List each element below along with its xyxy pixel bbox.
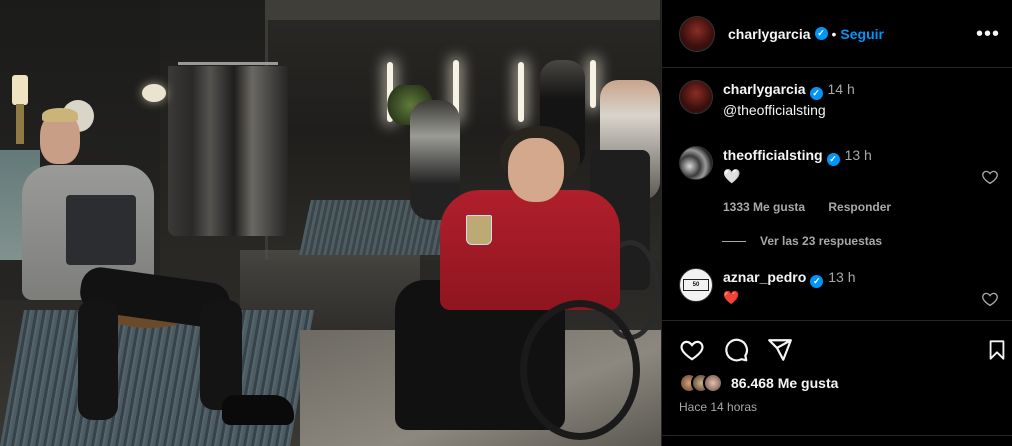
comment-body: theofficialsting ✓ 13 h 🤍 1333 Me gusta Re… [723,146,973,214]
comment-avatar[interactable] [679,146,713,180]
verified-badge-icon: ✓ [810,275,824,288]
aznar-logo: 50 [683,279,709,291]
caption-username[interactable]: charlygarcia [723,81,806,97]
comment-item: theofficialsting ✓ 13 h 🤍 1333 Me gusta Re… [679,146,999,226]
verified-badge-icon: ✓ [826,153,840,166]
comment-meta: 1333 Me gusta Responder [723,200,973,214]
reply-button[interactable]: Responder [828,200,891,214]
liker-avatar [703,373,723,393]
more-options-icon[interactable]: ••• [976,24,1000,44]
caption-time[interactable]: 14 h [828,81,855,97]
photo-wheel [520,300,640,440]
view-replies-label: Ver las 23 respuestas [760,234,883,248]
author-username[interactable]: charlygarcia [728,26,811,42]
comment-like-heart-icon[interactable] [981,290,999,308]
photo-bulb [590,60,596,108]
comment-avatar[interactable]: 50 [679,268,713,302]
post-photo[interactable] [0,0,661,446]
caption-body: charlygarcia ✓ 14 h @theofficialsting [723,80,973,120]
comment-icon[interactable] [723,337,749,363]
post-actions: 86.468 Me gusta Hace 14 horas [662,320,1012,446]
photo-clothes-rack [178,62,278,65]
photo-person-left-hair [42,108,78,122]
photo-shoe [222,395,294,425]
comment-text: ❤️ [723,290,740,305]
photo-shirt-print [66,195,136,265]
photo-person-right [440,190,620,310]
heart-icon[interactable] [679,337,705,363]
photo-bulb [518,62,524,122]
verified-badge-icon: ✓ [809,87,823,100]
caption: charlygarcia ✓ 14 h @theofficialsting [679,80,999,130]
photo-clothes [168,66,288,236]
post-time[interactable]: Hace 14 horas [679,400,757,414]
comment-header: aznar_pedro ✓ 13 h [723,268,973,288]
comment-text: 🤍 [723,168,741,184]
dot-separator: • [831,25,837,42]
share-icon[interactable] [767,337,793,363]
post-header: charlygarcia ✓ • Seguir ••• [662,0,1012,68]
comment-bar-divider [662,435,1012,436]
comment-header: theofficialsting ✓ 13 h [723,146,973,166]
likes-row[interactable]: 86.468 Me gusta [679,373,838,393]
comment-time[interactable]: 13 h [845,147,872,163]
comment-time[interactable]: 13 h [828,269,855,285]
photo-candle-holder [16,104,24,144]
follow-button[interactable]: Seguir [840,26,884,42]
comment-item: 50 aznar_pedro ✓ 13 h ❤️ [679,268,999,308]
photo-lamp [142,84,166,102]
caption-text[interactable]: @theofficialsting [723,100,973,120]
photo-person-left-leg [200,300,242,410]
photo-person-right-head [508,138,564,202]
photo-mirror-ceiling [265,0,660,20]
comment-body: aznar_pedro ✓ 13 h ❤️ [723,268,973,308]
comment-username[interactable]: aznar_pedro [723,269,806,285]
view-replies-button[interactable]: Ver las 23 respuestas [722,234,882,248]
header-author-group: charlygarcia ✓ • Seguir [728,26,884,42]
replies-line [722,240,746,242]
caption-header: charlygarcia ✓ 14 h [723,80,973,100]
bookmark-icon[interactable] [986,337,1008,363]
author-avatar[interactable] [679,15,715,52]
photo-person-left-leg [78,300,118,420]
comment-likes[interactable]: 1333 Me gusta [723,200,805,214]
comment-username[interactable]: theofficialsting [723,147,823,163]
comment-like-heart-icon[interactable] [981,168,999,186]
post-sidebar: charlygarcia ✓ • Seguir ••• charlygarcia… [661,0,1012,446]
likes-count[interactable]: 86.468 Me gusta [731,375,838,391]
photo-rug [0,310,314,446]
photo-cup [466,215,492,245]
photo-candle [12,75,28,105]
caption-avatar[interactable] [679,80,713,114]
verified-badge-icon: ✓ [814,27,828,40]
